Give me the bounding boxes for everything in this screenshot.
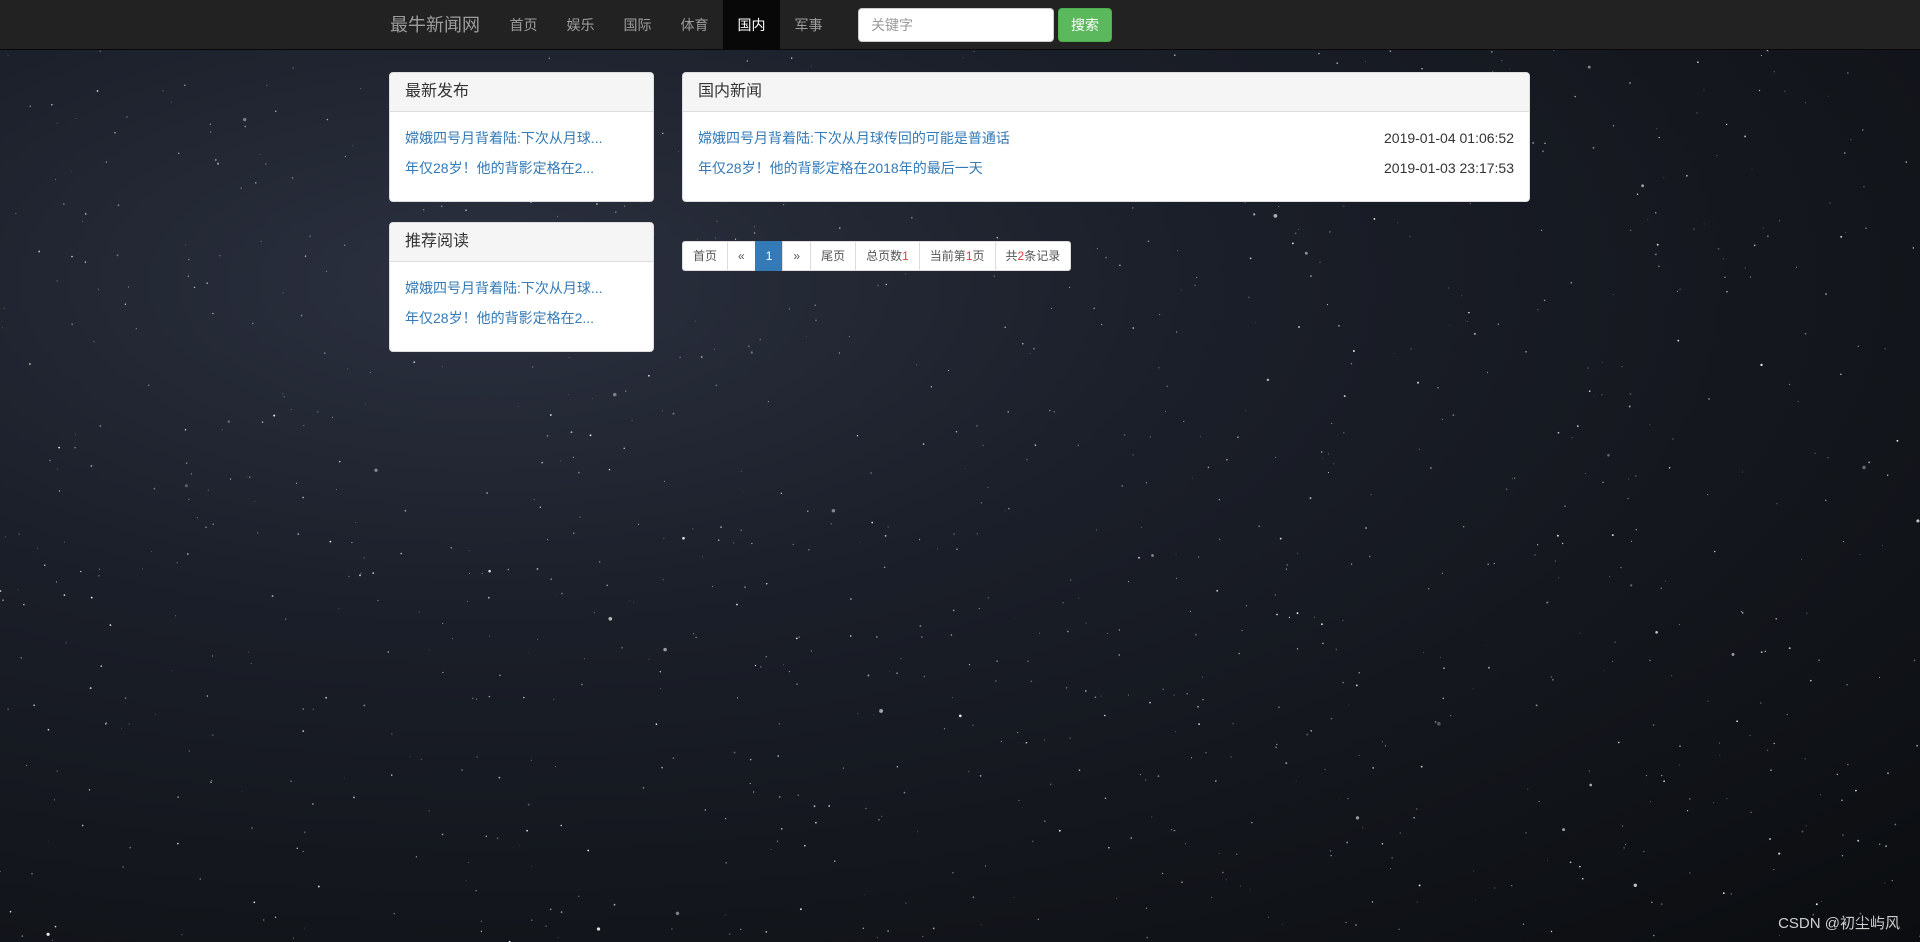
domestic-news-list: 嫦娥四号月背着陆:下次从月球传回的可能是普通话 2019-01-04 01:06… [683, 112, 1529, 183]
nav-item-sports[interactable]: 体育 [666, 0, 723, 50]
nav-item-military[interactable]: 军事 [780, 0, 837, 50]
nav-item-entertainment[interactable]: 娱乐 [552, 0, 609, 50]
site-brand[interactable]: 最牛新闻网 [390, 0, 480, 50]
news-timestamp: 2019-01-03 23:17:53 [1384, 160, 1514, 176]
domestic-news-panel: 国内新闻 嫦娥四号月背着陆:下次从月球传回的可能是普通话 2019-01-04 … [682, 72, 1530, 202]
page-prev-button[interactable]: « [727, 241, 756, 271]
csdn-watermark: CSDN @初尘屿风 [1778, 915, 1900, 932]
page-current-button[interactable]: 1 [754, 241, 784, 271]
total-pages-info: 总页数1 [855, 241, 920, 271]
navbar: 最牛新闻网 首页 娱乐 国际 体育 国内 军事 搜索 [0, 0, 1920, 50]
search-input[interactable] [858, 8, 1054, 42]
domestic-news-title: 国内新闻 [683, 73, 1529, 112]
current-page-suffix: 页 [972, 249, 985, 263]
current-page-prefix: 当前第 [929, 249, 966, 263]
recommended-reading-title: 推荐阅读 [390, 223, 653, 262]
nav-item-home[interactable]: 首页 [495, 0, 552, 50]
recommended-news-link[interactable]: 年仅28岁！他的背影定格在2... [405, 303, 638, 333]
search-button[interactable]: 搜索 [1058, 8, 1112, 42]
nav-item-international[interactable]: 国际 [609, 0, 666, 50]
latest-news-title: 最新发布 [390, 73, 653, 112]
latest-news-list: 嫦娥四号月背着陆:下次从月球... 年仅28岁！他的背影定格在2... [390, 112, 653, 183]
latest-news-panel: 最新发布 嫦娥四号月背着陆:下次从月球... 年仅28岁！他的背影定格在2... [389, 72, 654, 202]
news-title-link[interactable]: 年仅28岁！他的背影定格在2018年的最后一天 [698, 153, 983, 183]
record-count-info: 共2条记录 [994, 241, 1072, 271]
page-last-button[interactable]: 尾页 [810, 241, 857, 271]
page-next-button[interactable]: » [782, 241, 812, 271]
pagination: 首页 « 1 » 尾页 总页数1 当前第1页 共2条记录 [682, 241, 1072, 271]
total-pages-value: 1 [902, 249, 909, 263]
news-row: 嫦娥四号月背着陆:下次从月球传回的可能是普通话 2019-01-04 01:06… [698, 123, 1514, 153]
latest-news-link[interactable]: 嫦娥四号月背着陆:下次从月球... [405, 123, 638, 153]
news-row: 年仅28岁！他的背影定格在2018年的最后一天 2019-01-03 23:17… [698, 153, 1514, 183]
current-page-value: 1 [965, 249, 973, 263]
news-title-link[interactable]: 嫦娥四号月背着陆:下次从月球传回的可能是普通话 [698, 123, 1010, 153]
recommended-news-link[interactable]: 嫦娥四号月背着陆:下次从月球... [405, 273, 638, 303]
recommended-reading-list: 嫦娥四号月背着陆:下次从月球... 年仅28岁！他的背影定格在2... [390, 262, 653, 333]
nav-menu: 首页 娱乐 国际 体育 国内 军事 [495, 0, 837, 50]
latest-news-link[interactable]: 年仅28岁！他的背影定格在2... [405, 153, 638, 183]
news-timestamp: 2019-01-04 01:06:52 [1384, 130, 1514, 146]
total-pages-label: 总页数 [866, 249, 903, 263]
record-count-prefix: 共 [1005, 249, 1018, 263]
page-first-button[interactable]: 首页 [682, 241, 729, 271]
current-page-info: 当前第1页 [918, 241, 996, 271]
record-count-suffix: 条记录 [1024, 249, 1061, 263]
recommended-reading-panel: 推荐阅读 嫦娥四号月背着陆:下次从月球... 年仅28岁！他的背影定格在2... [389, 222, 654, 352]
nav-item-domestic[interactable]: 国内 [723, 0, 780, 50]
